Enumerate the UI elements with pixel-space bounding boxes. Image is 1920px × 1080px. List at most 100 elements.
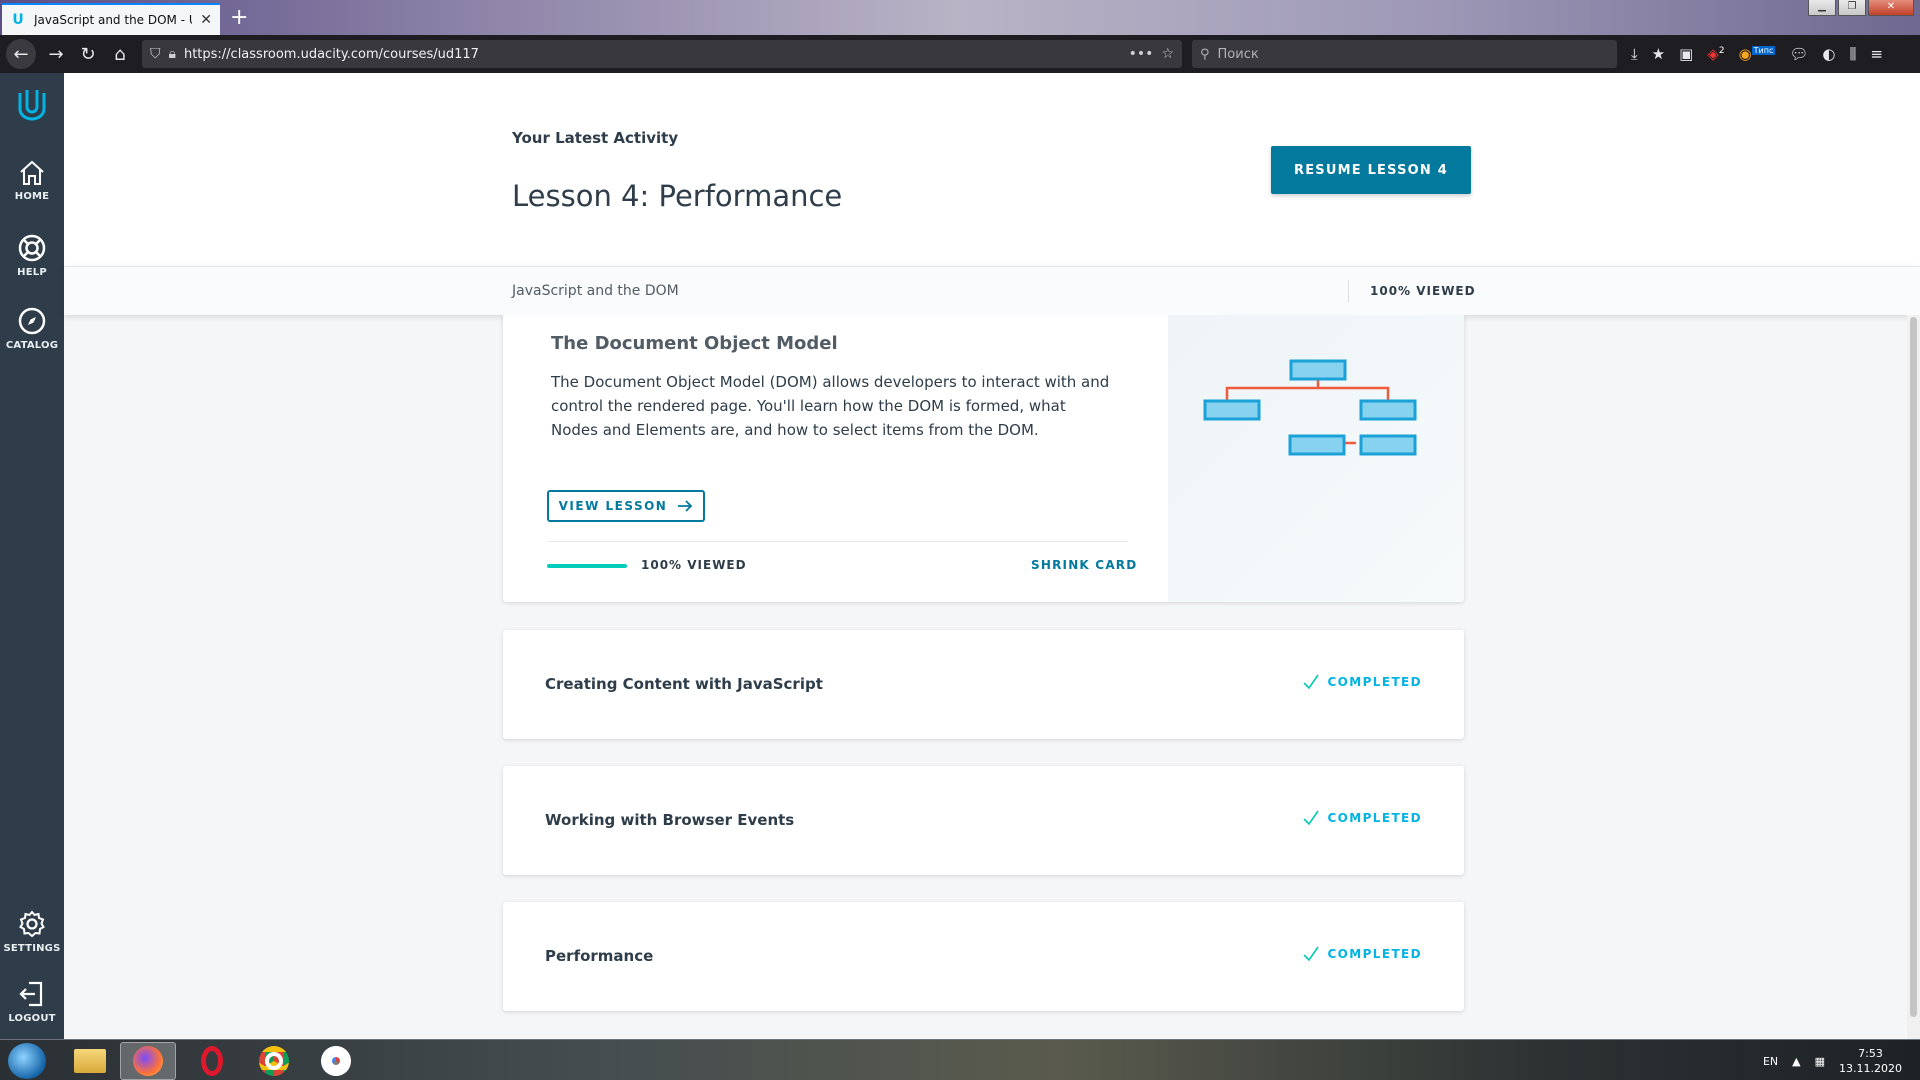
lock-icon[interactable]: 🔒︎	[169, 46, 176, 62]
reader-icon[interactable]: ▣	[1679, 45, 1693, 63]
extension-badge: Типс	[1751, 46, 1776, 55]
account-icon[interactable]: ◐	[1822, 45, 1835, 63]
tray-expand-icon[interactable]: ▲	[1792, 1055, 1800, 1068]
lesson-title[interactable]: Creating Content with JavaScript	[545, 675, 823, 693]
lesson-card-expanded: The Document Object Model The Document O…	[503, 315, 1464, 602]
close-window-button[interactable]: ✕	[1868, 0, 1914, 16]
lesson-progress-bar	[547, 564, 627, 568]
view-lesson-label: VIEW LESSON	[558, 499, 668, 513]
explorer-taskbar-app[interactable]	[62, 1042, 118, 1080]
start-button[interactable]	[8, 1043, 46, 1079]
page-actions-icon[interactable]: •••	[1129, 46, 1154, 62]
clock[interactable]: 7:53 13.11.2020	[1839, 1046, 1902, 1076]
course-progress-label: 100% VIEWED	[1370, 284, 1476, 298]
language-indicator[interactable]: EN	[1763, 1055, 1778, 1068]
sidebar-item-catalog[interactable]: CATALOG	[0, 306, 64, 351]
close-tab-icon[interactable]: ✕	[200, 12, 212, 28]
reload-button[interactable]: ↻	[72, 38, 104, 70]
tab-title: JavaScript and the DOM - Udacity	[34, 13, 192, 27]
app-sidebar: HOME HELP CATALOG SETTINGS LOGOUT	[0, 73, 64, 1039]
sidebar-item-label: HOME	[14, 191, 50, 202]
divider	[1348, 280, 1349, 302]
lesson-progress-label: 100% VIEWED	[641, 558, 747, 572]
chrome-taskbar-app[interactable]	[246, 1042, 302, 1080]
shrink-card-button[interactable]: SHRINK CARD	[1031, 558, 1137, 572]
new-tab-button[interactable]: +	[230, 5, 248, 30]
ublock-badge: 2	[1718, 46, 1725, 56]
latest-lesson-title: Lesson 4: Performance	[512, 179, 843, 213]
toolbar-icons: ⤓ ★ ▣ ◈2 ◉ Типс 💬︎ ◐ ⫼ ≡	[1631, 45, 1883, 63]
browser-titlebar: U JavaScript and the DOM - Udacity ✕ + ▁…	[0, 0, 1920, 35]
lesson-status-label: COMPLETED	[1327, 675, 1422, 689]
home-button[interactable]: ⌂	[104, 38, 136, 70]
sidebar-item-logout[interactable]: LOGOUT	[0, 979, 64, 1024]
lesson-illustration	[1168, 315, 1464, 602]
lesson-card-title: The Document Object Model	[551, 333, 838, 354]
browser-navbar: ← → ↻ ⌂ ⛉ 🔒︎ https://classroom.udacity.c…	[0, 35, 1920, 73]
search-bar[interactable]: ⚲ Поиск	[1192, 40, 1617, 68]
scrollbar-thumb[interactable]	[1910, 317, 1917, 1017]
address-bar[interactable]: ⛉ 🔒︎ https://classroom.udacity.com/cours…	[142, 40, 1182, 68]
sidebar-item-home[interactable]: HOME	[0, 159, 64, 202]
lesson-status: COMPLETED	[1303, 674, 1422, 690]
sidebar-item-help[interactable]: HELP	[0, 233, 64, 278]
lesson-card[interactable]: Creating Content with JavaScript COMPLET…	[503, 630, 1464, 739]
clock-date: 13.11.2020	[1839, 1062, 1902, 1075]
minimize-button[interactable]: ▁	[1808, 0, 1836, 16]
lesson-card[interactable]: Working with Browser Events COMPLETED	[503, 766, 1464, 875]
lesson-card-description: The Document Object Model (DOM) allows d…	[551, 373, 1110, 439]
sidebar-item-settings[interactable]: SETTINGS	[0, 909, 64, 954]
system-tray: EN ▲ ▦ 7:53 13.11.2020	[1763, 1046, 1902, 1076]
arrow-right-icon	[678, 500, 693, 512]
udacity-favicon-icon: U	[12, 12, 24, 28]
dom-tree-illustration	[1203, 359, 1417, 456]
logout-icon	[19, 981, 43, 1007]
checkmark-icon	[1303, 810, 1320, 826]
downloads-icon[interactable]: ⤓	[1631, 45, 1638, 63]
course-name: JavaScript and the DOM	[512, 283, 679, 299]
lesson-card[interactable]: Performance COMPLETED	[503, 902, 1464, 1011]
view-lesson-button[interactable]: VIEW LESSON	[547, 490, 705, 522]
resume-lesson-button[interactable]: RESUME LESSON 4	[1271, 146, 1471, 194]
search-placeholder[interactable]: Поиск	[1218, 47, 1259, 62]
browser-tab[interactable]: U JavaScript and the DOM - Udacity ✕	[2, 3, 220, 35]
restore-button[interactable]: ❐	[1838, 0, 1866, 16]
bookmarks-icon[interactable]: ★	[1652, 45, 1665, 63]
chrome-dev-icon	[321, 1046, 351, 1076]
url-text[interactable]: https://classroom.udacity.com/courses/ud…	[184, 47, 1121, 62]
library-icon[interactable]: ⫼	[1850, 45, 1857, 63]
bookmark-star-icon[interactable]: ☆	[1161, 46, 1174, 62]
extension-icon[interactable]: ◉ Типс	[1739, 45, 1776, 63]
chat-icon[interactable]: 💬︎	[1789, 45, 1808, 63]
firefox-taskbar-app[interactable]	[120, 1042, 176, 1080]
latest-activity-label: Your Latest Activity	[512, 129, 679, 147]
opera-icon	[201, 1046, 223, 1076]
opera-taskbar-app[interactable]	[184, 1042, 240, 1080]
home-icon	[20, 160, 44, 185]
lesson-title[interactable]: Performance	[545, 947, 653, 965]
gear-icon	[19, 910, 45, 938]
back-button[interactable]: ←	[6, 39, 36, 69]
ublock-icon[interactable]: ◈2	[1707, 45, 1724, 63]
sidebar-item-label: LOGOUT	[8, 1013, 56, 1024]
lesson-title[interactable]: Working with Browser Events	[545, 811, 794, 829]
lesson-status-label: COMPLETED	[1327, 947, 1422, 961]
window-controls: ▁ ❐ ✕	[1808, 0, 1914, 16]
sidebar-item-label: HELP	[17, 267, 47, 278]
menu-icon[interactable]: ≡	[1870, 45, 1883, 63]
network-icon[interactable]: ▦	[1815, 1055, 1825, 1068]
search-icon: ⚲	[1200, 46, 1210, 62]
firefox-icon	[133, 1046, 163, 1076]
udacity-logo[interactable]	[14, 87, 50, 123]
forward-button[interactable]: →	[40, 38, 72, 70]
latest-activity-header: Your Latest Activity Lesson 4: Performan…	[64, 73, 1920, 266]
chrome-dev-taskbar-app[interactable]	[308, 1042, 364, 1080]
lessons-list: The Document Object Model The Document O…	[64, 315, 1920, 1039]
page-scrollbar[interactable]	[1907, 315, 1920, 1039]
chrome-icon	[259, 1046, 289, 1076]
checkmark-icon	[1303, 674, 1320, 690]
divider	[547, 541, 1128, 542]
lesson-status-label: COMPLETED	[1327, 811, 1422, 825]
shield-icon[interactable]: ⛉	[150, 46, 161, 62]
compass-icon	[18, 307, 46, 335]
